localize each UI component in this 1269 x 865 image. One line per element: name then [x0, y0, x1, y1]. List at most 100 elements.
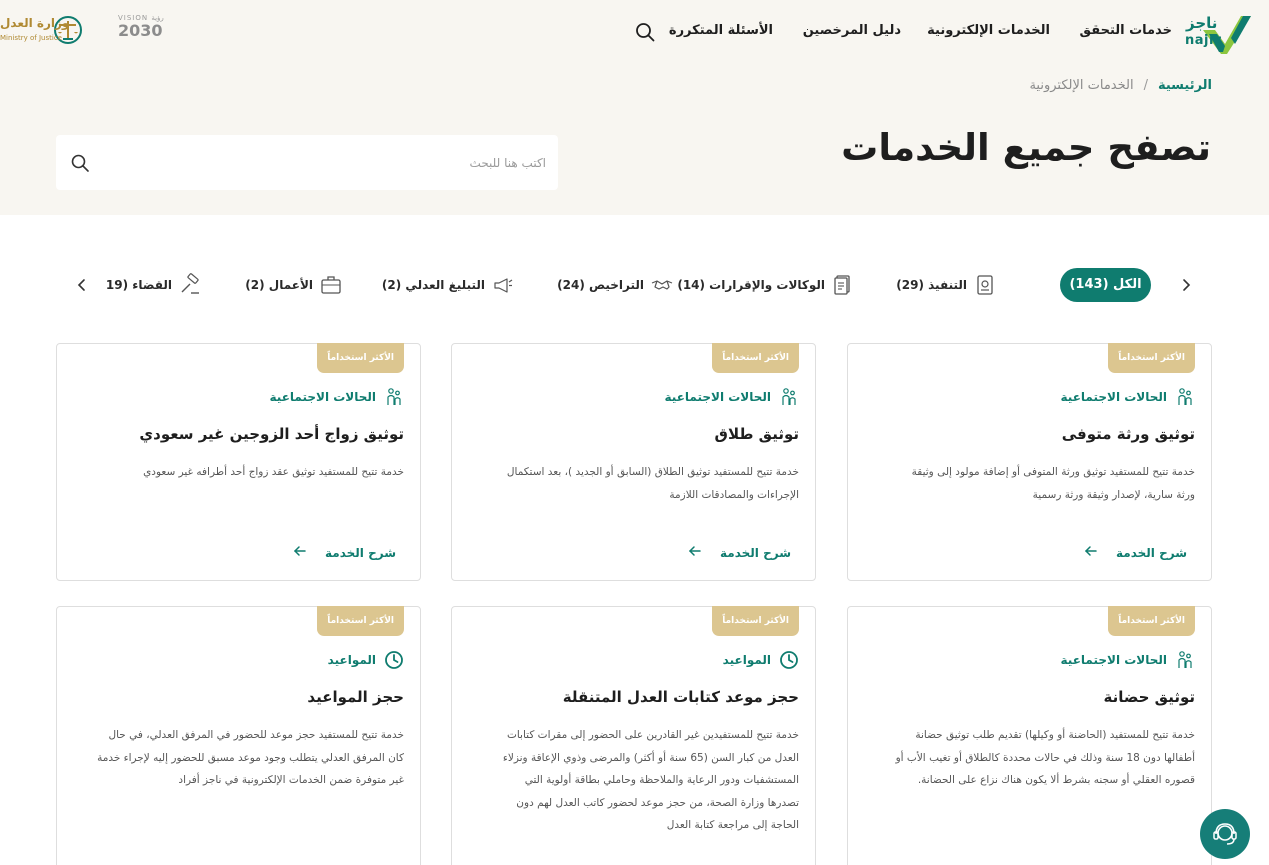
- service-category-label: الحالات الاجتماعية: [1060, 653, 1167, 667]
- filter-tab-label: الأعمال (2): [245, 278, 313, 292]
- desc-line: كان المرفق العدلي يتطلب وجود موعد مسبق ل…: [97, 751, 404, 764]
- service-category: الحالات الاجتماعية: [270, 387, 404, 407]
- desc-line: خدمة تتيح للمستفيد توثيق عقد زواج أحد أط…: [143, 466, 404, 478]
- nav-eservices[interactable]: الخدمات الإلكترونية: [927, 23, 1050, 38]
- arrow-left-icon: [293, 543, 307, 562]
- category-filter-bar: الكل (143) التنفيذ (29) الوكالات والإقرا…: [0, 266, 1269, 304]
- service-category-label: المواعيد: [327, 653, 376, 667]
- ministry-of-justice-logo: وزارة العدل Ministry of Justice: [0, 14, 86, 50]
- search-icon[interactable]: [70, 153, 90, 173]
- megaphone-icon: [491, 273, 515, 297]
- service-card[interactable]: الأكثر استخداماً الحالات الاجتماعية توثي…: [847, 343, 1212, 581]
- service-category: الحالات الاجتماعية: [665, 387, 799, 407]
- service-title: توثيق ورثة متوفى: [1061, 425, 1195, 443]
- service-details-link[interactable]: شرح الخدمة: [1084, 543, 1187, 562]
- service-description: خدمة تتيح للمستفيد توثيق ورثة المتوفى أو…: [865, 461, 1195, 506]
- desc-line: قصوره العقلي أو سجنه بشرط ألا يكون هناك …: [917, 774, 1195, 786]
- support-agent-icon: [1213, 823, 1237, 845]
- desc-line: خدمة تتيح للمستفيد توثيق الطلاق (السابق …: [506, 466, 799, 478]
- gavel-icon: [178, 273, 202, 297]
- service-description: خدمة تتيح للمستفيد توثيق عقد زواج أحد أط…: [74, 461, 404, 484]
- service-category: المواعيد: [328, 650, 404, 670]
- chevron-right-icon[interactable]: [1176, 275, 1196, 295]
- filter-tab-judiciary[interactable]: القضاء (19: [106, 268, 202, 302]
- desc-line: الإجراءات والمصادقات اللازمة: [669, 488, 799, 501]
- filter-tab-all[interactable]: الكل (143): [1060, 268, 1151, 302]
- service-title: توثيق زواج أحد الزوجين غير سعودي: [139, 425, 404, 443]
- desc-line: المستشفيات ودور الرعاية والملاحظة وحاملي…: [524, 774, 799, 786]
- service-title: حجز موعد كتابات العدل المتنقلة: [562, 688, 799, 706]
- family-icon: [1175, 387, 1195, 407]
- desc-line: الحاجة إلى مراجعة كتابة العدل: [666, 819, 799, 831]
- chevron-left-icon[interactable]: [72, 275, 92, 295]
- service-category: الحالات الاجتماعية: [1061, 387, 1195, 407]
- nav-faq[interactable]: الأسئلة المتكررة: [669, 23, 773, 38]
- service-title: حجز المواعيد: [307, 688, 404, 706]
- breadcrumb-current: الخدمات الإلكترونية: [1029, 78, 1134, 93]
- top-navbar: ناجز najiz خدمات التحقق الخدمات الإلكترو…: [0, 0, 1269, 64]
- most-used-badge: الأكثر استخداماً: [317, 606, 404, 636]
- service-category-label: الحالات الاجتماعية: [664, 390, 771, 404]
- service-description: خدمة تتيح للمستفيد توثيق الطلاق (السابق …: [469, 461, 799, 506]
- page-title: تصفح جميع الخدمات: [841, 126, 1211, 169]
- most-used-badge: الأكثر استخداماً: [317, 343, 404, 373]
- family-icon: [1175, 650, 1195, 670]
- service-category-label: الحالات الاجتماعية: [1060, 390, 1167, 404]
- service-card[interactable]: الأكثر استخداماً الحالات الاجتماعية توثي…: [847, 606, 1212, 865]
- desc-line: خدمة تتيح للمستفيد توثيق ورثة المتوفى أو…: [911, 466, 1195, 478]
- service-category-label: الحالات الاجتماعية: [269, 390, 376, 404]
- filter-tab-execution[interactable]: التنفيذ (29): [896, 268, 997, 302]
- service-details-link[interactable]: شرح الخدمة: [688, 543, 791, 562]
- clock-icon: [779, 650, 799, 670]
- service-details-label: شرح الخدمة: [1116, 545, 1187, 560]
- handshake-icon: [650, 273, 674, 297]
- search-icon[interactable]: [634, 21, 656, 43]
- service-search-input[interactable]: [100, 135, 548, 190]
- filter-tab-business[interactable]: الأعمال (2): [245, 268, 343, 302]
- service-card[interactable]: الأكثر استخداماً الحالات الاجتماعية توثي…: [451, 343, 816, 581]
- logo-text-ar: ناجز: [1186, 14, 1218, 32]
- support-chat-button[interactable]: [1200, 809, 1250, 859]
- desc-line: تصدرها وزارة الصحة، من حجز موعد لحضور كا…: [516, 796, 799, 809]
- vision-2030-logo: VISION رؤية 2030: [116, 14, 170, 50]
- filter-tab-label: التراخيص (24): [557, 278, 644, 292]
- breadcrumb-home[interactable]: الرئيسية: [1158, 78, 1212, 93]
- service-title: توثيق حضانة: [1103, 688, 1196, 706]
- service-description: خدمة تتيح للمستفيد (الحاضنة أو وكيلها) ت…: [865, 724, 1195, 792]
- service-card[interactable]: الأكثر استخداماً الحالات الاجتماعية توثي…: [56, 343, 421, 581]
- desc-line: خدمة تتيح للمستفيدين غير القادرين على ال…: [506, 729, 799, 741]
- family-icon: [779, 387, 799, 407]
- desc-line: خدمة تتيح للمستفيد (الحاضنة أو وكيلها) ت…: [915, 729, 1195, 741]
- filter-tab-licenses[interactable]: التراخيص (24): [557, 268, 674, 302]
- most-used-badge: الأكثر استخداماً: [712, 343, 799, 373]
- desc-line: ورثة سارية، لإصدار وثيقة ورثة رسمية: [1032, 488, 1195, 501]
- arrow-left-icon: [1084, 543, 1098, 562]
- service-description: خدمة تتيح للمستفيد حجز موعد للحضور في ال…: [74, 724, 404, 792]
- service-search-box: [56, 135, 558, 190]
- service-details-link[interactable]: شرح الخدمة: [293, 543, 396, 562]
- filter-tab-label: التبليغ العدلي (2): [381, 278, 485, 292]
- service-description: خدمة تتيح للمستفيدين غير القادرين على ال…: [469, 724, 799, 837]
- service-card[interactable]: الأكثر استخداماً المواعيد حجز المواعيد خ…: [56, 606, 421, 865]
- arrow-left-icon: [688, 543, 702, 562]
- service-card[interactable]: الأكثر استخداماً المواعيد حجز موعد كتابا…: [451, 606, 816, 865]
- filter-tab-label: الوكالات والإقرارات (14): [677, 278, 825, 292]
- service-category: المواعيد: [723, 650, 799, 670]
- clock-icon: [384, 650, 404, 670]
- most-used-badge: الأكثر استخداماً: [1108, 343, 1195, 373]
- filter-tab-judicial-notice[interactable]: التبليغ العدلي (2): [382, 268, 515, 302]
- page-header: ناجز najiz خدمات التحقق الخدمات الإلكترو…: [0, 0, 1269, 215]
- najiz-logo[interactable]: ناجز najiz: [1183, 8, 1269, 56]
- filter-tab-label: القضاء (19: [105, 278, 172, 292]
- service-title: توثيق طلاق: [714, 425, 799, 443]
- nav-licensees-guide[interactable]: دليل المرخصين: [803, 23, 901, 38]
- most-used-badge: الأكثر استخداماً: [712, 606, 799, 636]
- desc-line: غير متوفرة ضمن الخدمات الإلكترونية في نا…: [178, 774, 404, 786]
- filter-tab-agencies[interactable]: الوكالات والإقرارات (14): [677, 268, 855, 302]
- nav-verification-services[interactable]: خدمات التحقق: [1080, 23, 1173, 38]
- service-details-label: شرح الخدمة: [720, 545, 791, 560]
- family-icon: [384, 387, 404, 407]
- service-category: الحالات الاجتماعية: [1061, 650, 1195, 670]
- desc-line: أطفالها دون 18 سنة وذلك في حالات محددة ك…: [895, 751, 1195, 764]
- breadcrumb-separator: /: [1143, 78, 1148, 93]
